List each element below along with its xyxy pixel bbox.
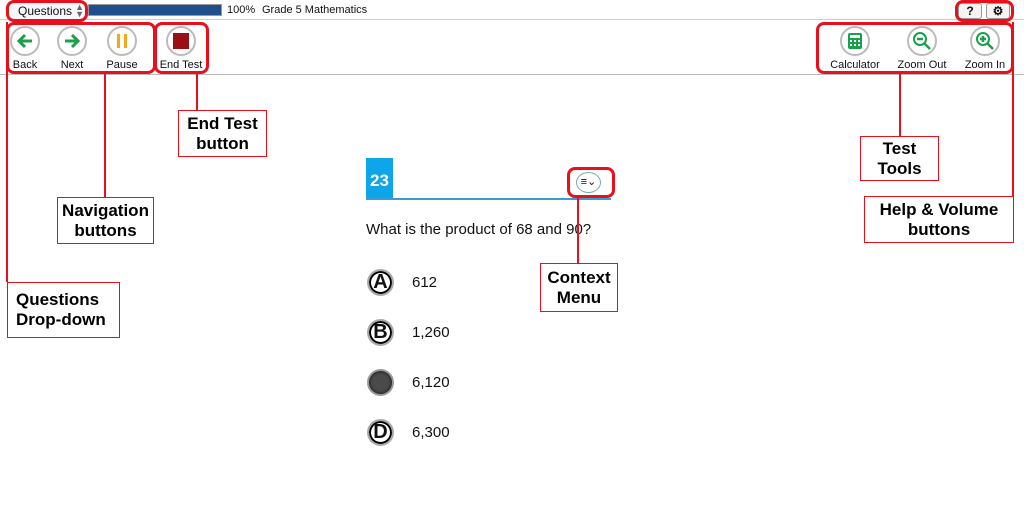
answer-option-a[interactable]: A 612 [367, 268, 437, 296]
annotation-box-navigation [6, 22, 156, 74]
option-text: 6,300 [412, 423, 450, 441]
annotation-box-context [567, 167, 615, 198]
option-text: 1,260 [412, 323, 450, 341]
progress-label: 100% [227, 4, 256, 16]
radio-bubble[interactable]: D [367, 418, 394, 446]
radio-bubble[interactable] [367, 368, 394, 396]
question-divider [366, 198, 611, 200]
answer-option-d[interactable]: D 6,300 [367, 418, 450, 446]
annotation-line [104, 74, 106, 197]
annotation-navigation: Navigation buttons [57, 197, 154, 244]
question-number: 23 [366, 158, 393, 199]
answer-option-b[interactable]: B 1,260 [367, 318, 450, 346]
annotation-box-help [955, 0, 1014, 22]
annotation-end-test: End Test button [178, 110, 267, 157]
annotation-line [6, 22, 8, 282]
test-name: Grade 5 Mathematics [262, 4, 368, 16]
annotation-line [196, 74, 198, 110]
option-text: 6,120 [412, 373, 450, 391]
annotation-context-menu: Context Menu [540, 263, 618, 312]
progress-bar [88, 4, 222, 16]
annotation-help-volume: Help & Volume buttons [864, 196, 1014, 243]
answer-option-c[interactable]: 6,120 [367, 368, 450, 396]
question-text: What is the product of 68 and 90? [366, 221, 592, 238]
option-text: 612 [412, 273, 438, 291]
annotation-box-end-test [154, 22, 209, 74]
annotation-test-tools: Test Tools [860, 136, 939, 181]
annotation-questions-dropdown: Questions Drop-down [7, 282, 120, 338]
radio-bubble[interactable]: A [367, 268, 394, 296]
annotation-box-questions [6, 0, 88, 22]
annotation-box-tools [816, 22, 1014, 74]
annotation-line [577, 198, 579, 263]
progress-fill [89, 5, 221, 15]
annotation-line [899, 74, 901, 136]
radio-bubble[interactable]: B [367, 318, 394, 346]
